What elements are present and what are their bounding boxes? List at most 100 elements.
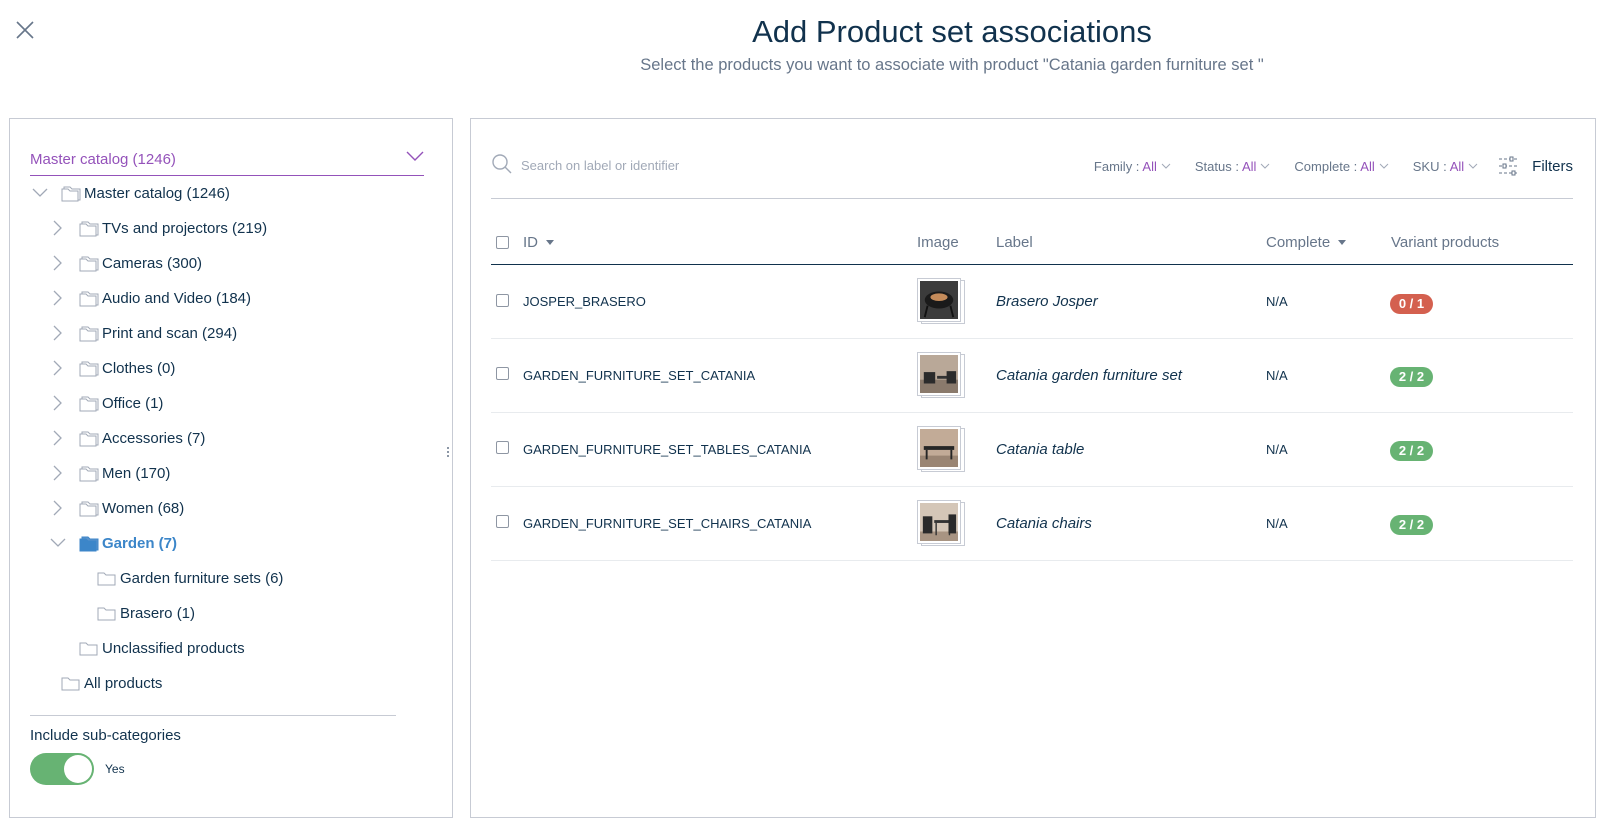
product-id: JOSPER_BRASERO: [523, 294, 646, 309]
filter-label: Status :: [1194, 158, 1239, 174]
product-label[interactable]: Brasero Josper: [996, 293, 1098, 310]
include-subcategories-label: Include sub-categories: [30, 727, 181, 744]
product-id: GARDEN_FURNITURE_SET_TABLES_CATANIA: [523, 442, 812, 457]
tree-node-label: Brasero (1): [120, 604, 196, 622]
filter-value: All: [1241, 158, 1257, 174]
chairs-image: [920, 503, 958, 541]
product-complete: N/A: [1266, 294, 1288, 309]
tree-node-men[interactable]: Men (170): [46, 461, 170, 485]
product-thumbnail: [917, 426, 965, 472]
chevron-right-icon[interactable]: [46, 356, 70, 380]
filter-label: SKU :: [1412, 158, 1447, 174]
tree-node-label: Audio and Video (184): [102, 289, 252, 307]
column-label: ID: [523, 234, 538, 251]
filter-value: All: [1449, 158, 1465, 174]
product-thumbnail: [917, 352, 965, 398]
column-header-complete[interactable]: Complete: [1266, 234, 1347, 251]
row-checkbox[interactable]: [496, 515, 509, 528]
tree-node-garden-furniture-sets[interactable]: Garden furniture sets (6): [88, 566, 283, 590]
filter-label: Family :: [1093, 158, 1140, 174]
filter-bar: Family : All Status : All Complete : All…: [1070, 155, 1573, 177]
tree-node-label: Men (170): [102, 464, 171, 482]
folder-stack-icon: [79, 221, 99, 237]
chevron-right-icon[interactable]: [46, 321, 70, 345]
tree-node-tvs[interactable]: TVs and projectors (219): [46, 216, 267, 240]
tree-node-label: Accessories (7): [102, 429, 206, 447]
filters-button[interactable]: Filters: [1498, 155, 1573, 177]
folder-icon: [61, 677, 80, 691]
tree-node-brasero[interactable]: Brasero (1): [88, 601, 195, 625]
tree-node-accessories[interactable]: Accessories (7): [46, 426, 205, 450]
search-icon: [491, 153, 513, 180]
filter-status[interactable]: Status : All: [1195, 159, 1271, 174]
tree-node-cameras[interactable]: Cameras (300): [46, 251, 202, 275]
column-header-id[interactable]: ID: [523, 234, 554, 251]
table-row[interactable]: GARDEN_FURNITURE_SET_CHAIRS_CATANIA Cata…: [491, 487, 1573, 561]
toggle-value: Yes: [105, 762, 125, 776]
caret-down-icon: [1338, 240, 1347, 245]
chevron-right-icon[interactable]: [46, 216, 70, 240]
tree-node-label: Master catalog (1246): [84, 184, 230, 202]
column-label: Label: [996, 234, 1033, 251]
row-checkbox[interactable]: [496, 441, 509, 454]
chevron-right-icon[interactable]: [46, 286, 70, 310]
filter-sku[interactable]: SKU : All: [1413, 159, 1478, 174]
chevron-right-icon[interactable]: [46, 496, 70, 520]
tree-node-office[interactable]: Office (1): [46, 391, 163, 415]
table-row[interactable]: GARDEN_FURNITURE_SET_CATANIA Catania gar…: [491, 339, 1573, 413]
chevron-down-icon: [1468, 163, 1478, 169]
chevron-down-icon[interactable]: [28, 181, 52, 205]
product-grid-panel: Family : All Status : All Complete : All…: [470, 118, 1596, 818]
search-input[interactable]: [521, 153, 941, 177]
product-thumbnail: [917, 500, 965, 546]
tree-node-print-scan[interactable]: Print and scan (294): [46, 321, 237, 345]
column-header-label[interactable]: Label: [996, 234, 1033, 251]
folder-icon: [97, 572, 116, 586]
table-row[interactable]: JOSPER_BRASERO Brasero Josper N/A 0 / 1: [491, 265, 1573, 339]
search-bar: Family : All Status : All Complete : All…: [491, 149, 1573, 199]
panel-resize-handle[interactable]: [446, 445, 450, 463]
sliders-icon: [1499, 156, 1520, 176]
filter-complete[interactable]: Complete : All: [1294, 159, 1389, 174]
tree-node-audio-video[interactable]: Audio and Video (184): [46, 286, 251, 310]
filter-family[interactable]: Family : All: [1094, 159, 1171, 174]
catalog-selector[interactable]: Master catalog (1246): [30, 147, 424, 176]
brasero-image: [920, 281, 958, 319]
page-header: Add Product set associations Select the …: [0, 12, 1604, 75]
product-label[interactable]: Catania garden furniture set: [996, 367, 1182, 384]
product-label[interactable]: Catania table: [996, 441, 1084, 458]
product-complete: N/A: [1266, 442, 1288, 457]
category-panel: Master catalog (1246) Master catalog (12…: [9, 118, 453, 818]
tree-node-label: Women (68): [102, 499, 185, 517]
tree-node-unclassified[interactable]: Unclassified products: [70, 636, 245, 660]
chevron-right-icon[interactable]: [46, 426, 70, 450]
furniture-set-image: [920, 355, 958, 393]
table-image: [920, 429, 958, 467]
chevron-right-icon[interactable]: [46, 251, 70, 275]
chevron-down-icon: [1261, 163, 1270, 169]
tree-node-women[interactable]: Women (68): [46, 496, 184, 520]
chevron-right-icon[interactable]: [46, 391, 70, 415]
include-subcategories-toggle[interactable]: [30, 753, 94, 785]
select-all-checkbox[interactable]: [496, 236, 509, 249]
product-id: GARDEN_FURNITURE_SET_CHAIRS_CATANIA: [523, 516, 812, 531]
tree-node-garden[interactable]: Garden (7): [46, 531, 177, 555]
chevron-right-icon[interactable]: [46, 461, 70, 485]
tree-node-label: Garden (7): [102, 534, 178, 552]
variant-count-badge: 2 / 2: [1390, 515, 1433, 535]
tree-node-master-catalog[interactable]: Master catalog (1246): [28, 181, 230, 205]
tree-node-clothes[interactable]: Clothes (0): [46, 356, 175, 380]
folder-stack-icon: [61, 186, 81, 202]
variant-count-badge: 2 / 2: [1390, 441, 1433, 461]
chevron-down-icon: [406, 149, 424, 167]
folder-stack-icon: [79, 501, 99, 517]
toggle-knob: [64, 755, 92, 783]
chevron-down-icon[interactable]: [46, 531, 70, 555]
table-header: ID Image Label Complete Variant products: [491, 219, 1573, 265]
table-row[interactable]: GARDEN_FURNITURE_SET_TABLES_CATANIA Cata…: [491, 413, 1573, 487]
product-label[interactable]: Catania chairs: [996, 515, 1092, 532]
row-checkbox[interactable]: [496, 367, 509, 380]
tree-node-all-products[interactable]: All products: [52, 671, 162, 695]
product-thumbnail: [917, 278, 965, 324]
row-checkbox[interactable]: [496, 294, 509, 307]
